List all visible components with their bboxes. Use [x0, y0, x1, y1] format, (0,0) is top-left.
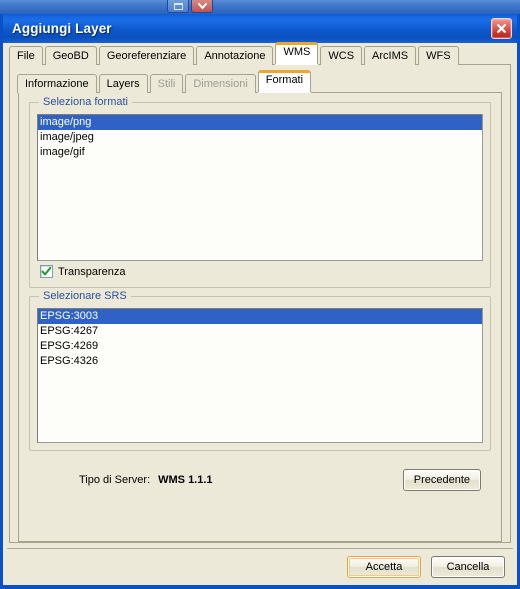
tab-dimensioni: Dimensioni [185, 74, 256, 93]
transparency-checkbox[interactable] [40, 265, 53, 278]
dialog-body: File GeoBD Georeferenziare Annotazione WMS WC… [3, 42, 517, 585]
list-item[interactable]: EPSG:3003 [38, 309, 482, 324]
srs-group-legend: Selezionare SRS [39, 290, 131, 302]
parent-close-button[interactable] [191, 0, 213, 13]
outer-tabstrip: File GeoBD Georeferenziare Annotazione WMS WC… [3, 42, 517, 65]
list-item[interactable]: image/jpeg [38, 130, 482, 145]
accept-button[interactable]: Accetta [347, 556, 421, 578]
tab-geobd[interactable]: GeoBD [44, 46, 97, 65]
tab-informazione[interactable]: Informazione [17, 74, 97, 93]
formats-group-legend: Seleziona formati [39, 96, 132, 108]
list-item[interactable]: EPSG:4269 [38, 339, 482, 354]
server-type-value: WMS 1.1.1 [158, 474, 213, 486]
minimize-icon [173, 2, 183, 10]
formats-listbox[interactable]: image/png image/jpeg image/gif [37, 114, 483, 261]
list-item[interactable]: image/gif [38, 145, 482, 160]
tab-arcims[interactable]: ArcIMS [364, 46, 417, 65]
parent-window-titlebar [0, 0, 520, 14]
tab-wcs[interactable]: WCS [320, 46, 363, 65]
chevron-down-icon [197, 2, 207, 10]
srs-groupbox: Selezionare SRS EPSG:3003 EPSG:4267 EPSG:4… [29, 290, 491, 451]
tab-layers[interactable]: Layers [98, 74, 148, 93]
transparency-label: Transparenza [58, 265, 126, 278]
formats-groupbox: Seleziona formati image/png image/jpeg ima… [29, 96, 491, 288]
cancel-button[interactable]: Cancella [431, 556, 505, 578]
tab-formati[interactable]: Formati [257, 70, 312, 93]
dialog-titlebar: Aggiungi Layer [3, 14, 517, 43]
checkmark-icon [41, 266, 52, 276]
parent-minimize-button[interactable] [167, 0, 189, 13]
parent-caption-buttons [167, 0, 217, 13]
previous-button[interactable]: Precedente [402, 469, 481, 491]
tab-file[interactable]: File [9, 46, 43, 65]
tab-georeferenziare[interactable]: Georeferenziare [98, 46, 195, 65]
dialog-title: Aggiungi Layer [12, 21, 112, 36]
server-info-row: Tipo di Server: WMS 1.1.1 Precedente [39, 467, 481, 493]
list-item[interactable]: EPSG:4267 [38, 324, 482, 339]
list-item[interactable]: EPSG:4326 [38, 354, 482, 369]
formati-tab-panel: Seleziona formati image/png image/jpeg ima… [18, 92, 502, 542]
list-item[interactable]: image/png [38, 115, 482, 130]
tab-wms[interactable]: WMS [275, 42, 319, 65]
server-type-label: Tipo di Server: [79, 474, 151, 486]
add-layer-dialog: Aggiungi Layer File GeoBD Georeferenziare A… [0, 14, 520, 589]
transparency-row[interactable]: Transparenza [37, 261, 483, 280]
srs-listbox[interactable]: EPSG:3003 EPSG:4267 EPSG:4269 EPSG:4326 [37, 308, 483, 443]
wms-tab-panel: Informazione Layers Stili Dimensioni Formati… [9, 64, 511, 543]
tab-wfs[interactable]: WFS [418, 46, 459, 65]
inner-tabstrip: Informazione Layers Stili Dimensioni Formati [10, 70, 510, 93]
dialog-footer: Accetta Cancella [3, 549, 517, 585]
close-button[interactable] [491, 18, 512, 39]
tab-annotazione[interactable]: Annotazione [196, 46, 274, 65]
close-icon [497, 24, 506, 33]
tab-stili: Stili [149, 74, 184, 93]
